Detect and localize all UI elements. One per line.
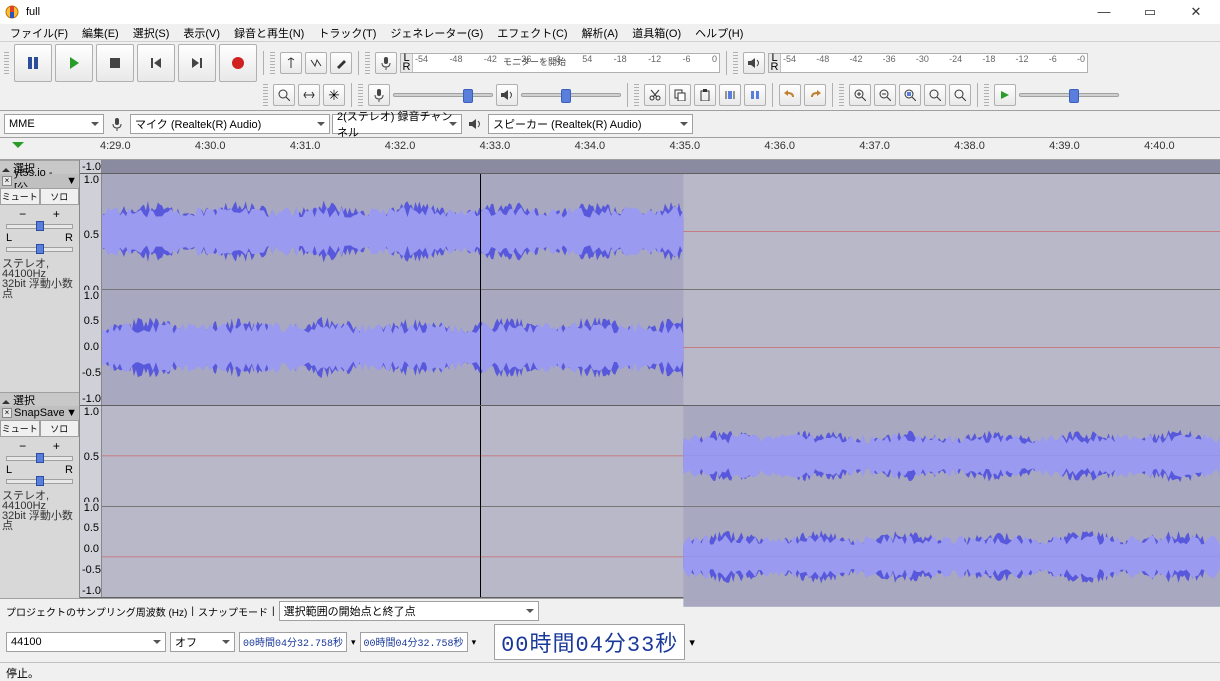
selection-start-field[interactable]: 00時間04分32.758秒 [239,632,347,652]
menu-select[interactable]: 選択(S) [127,24,176,42]
record-button[interactable] [219,44,257,82]
recording-device-combo[interactable]: マイク (Realtek(R) Audio) [130,114,330,134]
playback-device-combo[interactable]: スピーカー (Realtek(R) Audio) [488,114,693,134]
mic-icon[interactable] [375,52,397,74]
skip-end-button[interactable] [178,44,216,82]
speaker-icon [496,84,518,106]
toolbar-grip[interactable] [839,84,844,106]
selection-format-combo[interactable]: 選択範囲の開始点と終了点 [279,601,539,621]
fit-project-button[interactable] [924,84,946,106]
minimize-button[interactable]: — [1084,4,1124,20]
pan-slider[interactable] [6,247,73,252]
menu-view[interactable]: 表示(V) [177,24,226,42]
menu-effect[interactable]: エフェクト(C) [491,24,573,42]
selection-tool[interactable] [280,52,302,74]
toolbar-grip[interactable] [365,52,370,74]
silence-button[interactable] [744,84,766,106]
toolbar-grip[interactable] [634,84,639,106]
speaker-icon [464,113,486,135]
menu-tools[interactable]: 道具箱(O) [626,24,687,42]
menubar: ファイル(F) 編集(E) 選択(S) 表示(V) 録音と再生(N) トラック(… [0,24,1220,42]
close-button[interactable]: ✕ [1176,4,1216,20]
paste-button[interactable] [694,84,716,106]
menu-edit[interactable]: 編集(E) [76,24,125,42]
window-title: full [26,6,1084,18]
playback-meter[interactable]: LR -54-48-42-36-30-24-18-12-6-0 [768,53,1088,73]
multi-tool[interactable]: ✳ [323,84,345,106]
play-button[interactable] [55,44,93,82]
skip-start-button[interactable] [137,44,175,82]
record-meter[interactable]: LR -54-48-42-36-3 モニターを開始 54-18-12-60 [400,53,720,73]
fit-selection-button[interactable] [899,84,921,106]
trim-button[interactable] [719,84,741,106]
mute-button[interactable]: ミュート [0,188,40,205]
menu-analyze[interactable]: 解析(A) [576,24,625,42]
toolbar-grip[interactable] [984,84,989,106]
copy-button[interactable] [669,84,691,106]
menu-transport[interactable]: 録音と再生(N) [228,24,310,42]
stop-button[interactable] [96,44,134,82]
redo-button[interactable] [804,84,826,106]
audio-host-combo[interactable]: MME [4,114,104,134]
snap-combo[interactable]: オフ [170,632,235,652]
menu-file[interactable]: ファイル(F) [4,24,74,42]
project-rate-combo[interactable]: 44100 [6,632,166,652]
menu-generate[interactable]: ジェネレーター(G) [384,24,489,42]
mic-icon [106,113,128,135]
toolbar-grip[interactable] [733,52,738,74]
audio-position-display[interactable]: 00時間04分33秒 [494,624,685,660]
toolbar-grip[interactable] [270,52,275,74]
cursor-line [480,406,481,597]
zoom-out-button[interactable] [874,84,896,106]
toolbar-grip[interactable] [4,52,9,74]
zoom-toggle-button[interactable] [949,84,971,106]
app-icon [4,4,20,20]
track-menu-button[interactable]: ▼ [66,175,77,187]
draw-tool[interactable] [330,52,352,74]
selection-end-field[interactable]: 00時間04分32.758秒 [360,632,468,652]
envelope-tool[interactable] [305,52,327,74]
mute-button[interactable]: ミュート [0,420,40,437]
recording-channels-combo[interactable]: 2(ステレオ) 録音チャンネル [332,114,462,134]
mic-icon [368,84,390,106]
playback-speed-slider[interactable] [1019,93,1119,97]
cursor-line [480,174,481,405]
pause-button[interactable] [14,44,52,82]
maximize-button[interactable]: ▭ [1130,4,1170,20]
speaker-icon[interactable] [743,52,765,74]
track-menu-button[interactable]: ▼ [66,407,77,419]
cut-button[interactable] [644,84,666,106]
record-volume-slider[interactable] [393,93,493,97]
pan-slider[interactable] [6,479,73,484]
zoom-tool[interactable] [273,84,295,106]
undo-button[interactable] [779,84,801,106]
solo-button[interactable]: ソロ [40,420,80,437]
timeline-ruler[interactable]: 4:29.04:30.04:31.04:32.04:33.04:34.04:35… [0,138,1220,160]
track-close-button[interactable]: × [2,408,12,418]
toolbar-grip[interactable] [263,84,268,106]
toolbar-grip[interactable] [358,84,363,106]
gain-slider[interactable] [6,456,73,461]
status-bar: 停止。 [0,662,1220,678]
track-name[interactable]: SnapSave.io [14,407,64,419]
menu-tracks[interactable]: トラック(T) [312,24,382,42]
menu-help[interactable]: ヘルプ(H) [689,24,749,42]
timeline-playhead-icon[interactable] [12,142,24,154]
play-at-speed-button[interactable] [994,84,1016,106]
timeshift-tool[interactable] [298,84,320,106]
solo-button[interactable]: ソロ [40,188,80,205]
zoom-in-button[interactable] [849,84,871,106]
playback-volume-slider[interactable] [521,93,621,97]
gain-slider[interactable] [6,224,73,229]
track-close-button[interactable]: × [2,176,12,186]
